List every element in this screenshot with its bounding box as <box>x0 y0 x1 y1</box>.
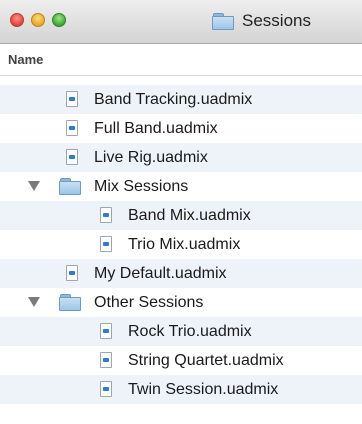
list-item-band-mix[interactable]: Band Mix.uadmix <box>0 201 362 230</box>
folder-icon <box>59 294 81 311</box>
list-item-mix-sessions[interactable]: Mix Sessions <box>0 172 362 201</box>
file-label: Band Tracking.uadmix <box>94 91 253 108</box>
column-header[interactable]: Name <box>0 44 362 76</box>
finder-window: Sessions Name Band Tracking.uadmix Full … <box>0 0 362 424</box>
folder-icon <box>59 178 81 195</box>
list-item-band-tracking[interactable]: Band Tracking.uadmix <box>0 85 362 114</box>
file-list: Band Tracking.uadmix Full Band.uadmix Li… <box>0 85 362 404</box>
disclosure-triangle-icon[interactable] <box>28 297 40 307</box>
file-label: Live Rig.uadmix <box>94 149 208 166</box>
file-label: Band Mix.uadmix <box>128 207 251 224</box>
document-icon <box>100 236 112 252</box>
file-label: Trio Mix.uadmix <box>128 236 241 253</box>
list-item-twin-session[interactable]: Twin Session.uadmix <box>0 375 362 404</box>
window-title-text: Sessions <box>242 11 311 30</box>
window-title: Sessions <box>212 9 311 33</box>
document-icon <box>100 323 112 339</box>
list-item-rock-trio[interactable]: Rock Trio.uadmix <box>0 317 362 346</box>
folder-icon <box>212 13 234 30</box>
list-item-full-band[interactable]: Full Band.uadmix <box>0 114 362 143</box>
folder-label: Mix Sessions <box>94 178 189 195</box>
file-label: My Default.uadmix <box>94 265 227 282</box>
disclosure-triangle-icon[interactable] <box>28 181 40 191</box>
document-icon <box>100 352 112 368</box>
zoom-button[interactable] <box>52 13 66 27</box>
document-icon <box>66 149 78 165</box>
folder-label: Other Sessions <box>94 294 204 311</box>
close-button[interactable] <box>10 13 24 27</box>
file-label: String Quartet.uadmix <box>128 352 284 369</box>
document-icon <box>100 381 112 397</box>
list-item-my-default[interactable]: My Default.uadmix <box>0 259 362 288</box>
minimize-button[interactable] <box>31 13 45 27</box>
document-icon <box>100 207 112 223</box>
file-label: Twin Session.uadmix <box>128 381 279 398</box>
document-icon <box>66 120 78 136</box>
list-item-live-rig[interactable]: Live Rig.uadmix <box>0 143 362 172</box>
title-bar[interactable]: Sessions <box>0 0 362 44</box>
list-item-other-sessions[interactable]: Other Sessions <box>0 288 362 317</box>
file-label: Full Band.uadmix <box>94 120 218 137</box>
name-column-header[interactable]: Name <box>8 52 43 67</box>
file-label: Rock Trio.uadmix <box>128 323 252 340</box>
document-icon <box>66 265 78 281</box>
document-icon <box>66 91 78 107</box>
list-item-trio-mix[interactable]: Trio Mix.uadmix <box>0 230 362 259</box>
list-item-string-quartet[interactable]: String Quartet.uadmix <box>0 346 362 375</box>
